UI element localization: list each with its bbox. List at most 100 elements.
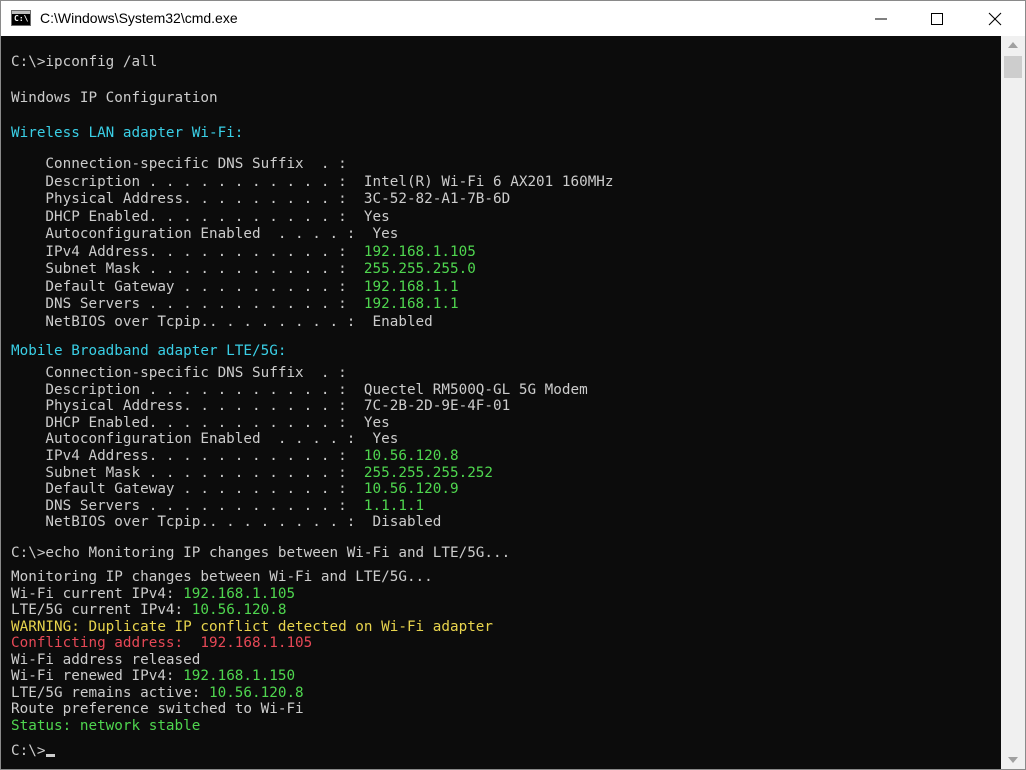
detail-row: Autoconfiguration Enabled . . . . : Yes xyxy=(11,226,398,243)
detail-label: Description . . . . . . . . . . . : xyxy=(11,173,364,190)
detail-value: Disabled xyxy=(372,514,442,531)
lte-current-line: LTE/5G current IPv4: 10.56.120.8 xyxy=(11,602,286,619)
detail-label: DHCP Enabled. . . . . . . . . . . : xyxy=(11,208,364,225)
detail-value: Yes xyxy=(372,431,399,448)
detail-value: Yes xyxy=(363,414,390,431)
prompt-line[interactable]: C:\> xyxy=(11,743,56,760)
detail-label: Physical Address. . . . . . . . . : xyxy=(11,191,364,207)
detail-label: Autoconfiguration Enabled . . . . : xyxy=(11,226,373,242)
warning-line: WARNING: Duplicate IP conflict detected … xyxy=(11,618,494,635)
detail-label: IPv4 Address. . . . . . . . . . . : xyxy=(11,448,364,464)
detail-label: Autoconfiguration Enabled . . . . : xyxy=(11,431,373,448)
detail-row: IPv4 Address. . . . . . . . . . . : 192.… xyxy=(11,243,476,261)
minimize-button[interactable] xyxy=(853,1,909,36)
detail-value: Enabled xyxy=(372,313,433,330)
ipv4-value: 192.168.1.105 xyxy=(363,243,476,260)
detail-row: NetBIOS over Tcpip.. . . . . . . . : Ena… xyxy=(11,313,433,331)
detail-value: Quectel RM500Q-GL 5G Modem xyxy=(363,381,588,398)
status-line: Status: network stable xyxy=(11,717,201,734)
detail-row: Default Gateway . . . . . . . . . : 10.5… xyxy=(11,481,459,498)
detail-row: Connection-specific DNS Suffix . : xyxy=(11,156,347,173)
lte-active-ip: 10.56.120.8 xyxy=(208,684,304,701)
renewed-line: Wi-Fi renewed IPv4: 192.168.1.150 xyxy=(11,668,295,685)
wifi-current-label: Wi-Fi current IPv4: xyxy=(11,585,184,602)
detail-row: Subnet Mask . . . . . . . . . . . : 255.… xyxy=(11,465,493,482)
detail-value: 7C-2B-2D-9E-4F-01 xyxy=(363,398,511,415)
detail-row: Subnet Mask . . . . . . . . . . . : 255.… xyxy=(11,261,476,278)
dns-value: 1.1.1.1 xyxy=(363,497,425,514)
detail-label: IPv4 Address. . . . . . . . . . . : xyxy=(11,243,364,260)
wifi-adapter-header: Wireless LAN adapter Wi-Fi: xyxy=(11,125,244,141)
conflict-label: Conflicting address: xyxy=(11,635,201,651)
scroll-down-button[interactable] xyxy=(1001,751,1025,769)
detail-label: Description . . . . . . . . . . . : xyxy=(11,381,364,398)
detail-label: Subnet Mask . . . . . . . . . . . : xyxy=(11,464,364,481)
chevron-up-icon xyxy=(1008,42,1018,48)
detail-row: IPv4 Address. . . . . . . . . . . : 10.5… xyxy=(11,448,459,465)
detail-value: Yes xyxy=(372,226,399,242)
detail-label: NetBIOS over Tcpip.. . . . . . . . : xyxy=(11,313,373,330)
minimize-icon xyxy=(875,18,887,20)
chevron-down-icon xyxy=(1008,757,1018,763)
detail-row: DHCP Enabled. . . . . . . . . . . : Yes xyxy=(11,414,390,432)
subnet-value: 255.255.255.252 xyxy=(363,464,494,481)
lte-adapter-header: Mobile Broadband adapter LTE/5G: xyxy=(11,343,287,359)
route-line: Route preference switched to Wi-Fi xyxy=(11,701,304,717)
detail-label: Physical Address. . . . . . . . . : xyxy=(11,398,364,415)
detail-label: Subnet Mask . . . . . . . . . . . : xyxy=(11,261,364,277)
detail-label: DNS Servers . . . . . . . . . . . : xyxy=(11,296,364,312)
wifi-current-line: Wi-Fi current IPv4: 192.168.1.105 xyxy=(11,586,295,603)
detail-row: Description . . . . . . . . . . . : Quec… xyxy=(11,381,588,399)
detail-label: DNS Servers . . . . . . . . . . . : xyxy=(11,497,364,514)
detail-row: DNS Servers . . . . . . . . . . . : 1.1.… xyxy=(11,498,424,515)
detail-label: NetBIOS over Tcpip.. . . . . . . . : xyxy=(11,514,373,531)
gateway-value: 10.56.120.9 xyxy=(363,481,459,498)
renewed-ip: 192.168.1.150 xyxy=(183,668,296,684)
dns-value: 192.168.1.1 xyxy=(363,296,459,312)
detail-value: 3C-52-82-A1-7B-6D xyxy=(363,191,511,207)
maximize-icon xyxy=(931,13,943,25)
text-cursor xyxy=(46,754,56,757)
conflict-line: Conflicting address: 192.168.1.105 xyxy=(11,635,312,652)
cmd-window: C:\ C:\Windows\System32\cmd.exe C:\>ipco… xyxy=(0,0,1026,770)
detail-label: DHCP Enabled. . . . . . . . . . . : xyxy=(11,414,364,431)
gateway-value: 192.168.1.1 xyxy=(363,278,459,295)
detail-row: Autoconfiguration Enabled . . . . : Yes xyxy=(11,431,398,448)
detail-row: Description . . . . . . . . . . . : Inte… xyxy=(11,173,613,191)
window-title: C:\Windows\System32\cmd.exe xyxy=(40,10,238,26)
detail-row: Physical Address. . . . . . . . . : 7C-2… xyxy=(11,398,510,415)
wifi-current-ip: 192.168.1.105 xyxy=(183,585,296,602)
lte-current-label: LTE/5G current IPv4: xyxy=(11,602,192,618)
icon-text: C:\ xyxy=(14,14,29,23)
detail-label: Connection-specific DNS Suffix . : xyxy=(11,365,347,381)
conflict-ip: 192.168.1.105 xyxy=(200,635,313,651)
close-icon xyxy=(988,12,1002,26)
lte-active-line: LTE/5G remains active: 10.56.120.8 xyxy=(11,685,304,702)
detail-row: Connection-specific DNS Suffix . : xyxy=(11,365,347,382)
prompt: C:\> xyxy=(11,743,46,759)
cmd-app-icon[interactable]: C:\ xyxy=(11,10,31,26)
maximize-button[interactable] xyxy=(909,1,965,36)
detail-row: DNS Servers . . . . . . . . . . . : 192.… xyxy=(11,296,459,313)
subnet-value: 255.255.255.0 xyxy=(363,261,476,277)
detail-value: Yes xyxy=(363,208,390,225)
command-line: C:\>echo Monitoring IP changes between W… xyxy=(11,545,511,561)
vertical-scrollbar[interactable] xyxy=(1001,36,1025,769)
lte-active-label: LTE/5G remains active: xyxy=(11,684,209,701)
detail-label: Default Gateway . . . . . . . . . : xyxy=(11,278,364,295)
command-line: C:\>ipconfig /all xyxy=(11,54,158,70)
ipv4-value: 10.56.120.8 xyxy=(363,448,459,464)
detail-row: DHCP Enabled. . . . . . . . . . . : Yes xyxy=(11,208,390,226)
renewed-label: Wi-Fi renewed IPv4: xyxy=(11,668,184,684)
close-button[interactable] xyxy=(967,1,1023,36)
detail-row: Physical Address. . . . . . . . . : 3C-5… xyxy=(11,191,510,208)
detail-row: NetBIOS over Tcpip.. . . . . . . . : Dis… xyxy=(11,514,441,531)
detail-label: Default Gateway . . . . . . . . . : xyxy=(11,481,364,498)
echo-output: Monitoring IP changes between Wi-Fi and … xyxy=(11,569,433,585)
scroll-up-button[interactable] xyxy=(1001,36,1025,54)
detail-label: Connection-specific DNS Suffix . : xyxy=(11,156,347,172)
scroll-thumb[interactable] xyxy=(1004,56,1022,78)
console-output[interactable]: C:\>ipconfig /all Windows IP Configurati… xyxy=(1,36,1001,769)
lte-current-ip: 10.56.120.8 xyxy=(191,602,287,618)
title-bar[interactable]: C:\ C:\Windows\System32\cmd.exe xyxy=(1,1,1025,36)
